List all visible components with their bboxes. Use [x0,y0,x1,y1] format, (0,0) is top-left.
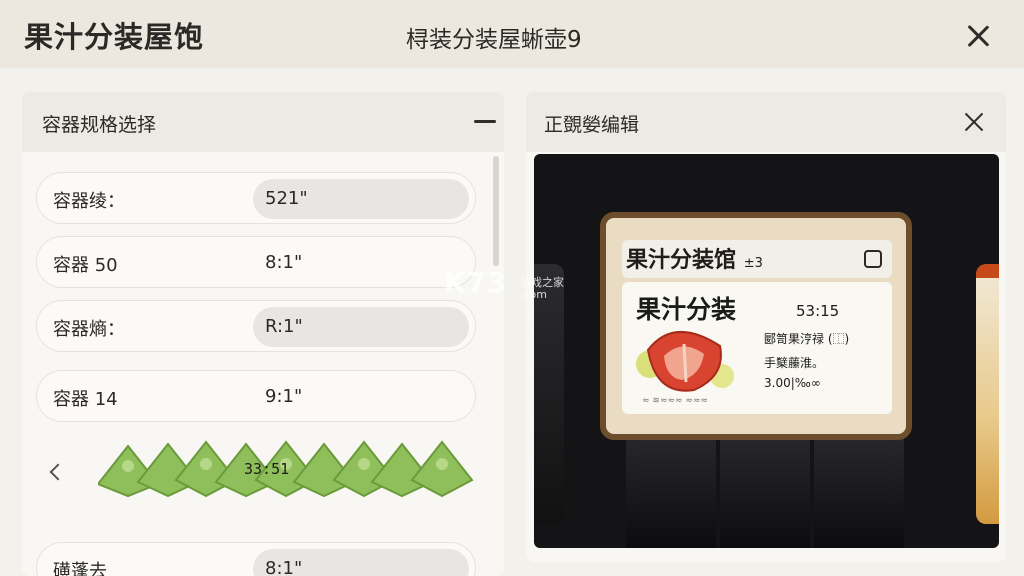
spec-scrollbar[interactable] [493,156,499,266]
spec-label: 容器绫： [53,191,125,212]
label-line: 郾笥果涥禄 (⿰) [764,332,850,346]
label-line: 3.00|‰∞ [764,376,821,390]
label-footnote: ≈ ≋≈≈≈ ≈≈≈ [642,396,709,406]
strawberry-image [636,331,734,392]
juice-label-card[interactable]: 果汁分装馆 ±3 果汁分装 53:15 郾笥果涥禄 (⿰) 手櫱䕨淮。 3.00… [600,212,912,440]
chevron-left-icon[interactable] [48,462,62,484]
spec-row[interactable]: 磺蓬去 8:1" [36,542,476,576]
close-icon[interactable] [960,18,998,56]
bottle-image [534,264,564,524]
spec-label: 容器熵： [53,319,125,340]
spec-panel-header: 容器规格选择 [22,92,504,152]
spec-value[interactable]: R:1" [253,307,469,347]
spec-label: 容器 14 [53,389,118,410]
bottle-image [626,428,716,548]
spec-row[interactable]: 容器 50 8:1" [36,236,476,288]
label-panel-title: 正覴嫈编辑 [544,114,640,136]
spec-row[interactable]: 容器绫： 521" [36,172,476,224]
edit-icon[interactable] [864,250,882,268]
label-code: 53:15 [796,302,840,320]
bottle-image [976,264,999,524]
top-bar: 果汁分装屋饱 桪装分装屋蜥壶9 [0,0,1024,68]
spec-value[interactable]: 8:1" [253,549,469,576]
label-line: 手櫱䕨淮。 [764,356,825,370]
collapse-icon[interactable] [474,120,496,123]
container-carousel: 33:51 [36,430,476,520]
label-name-suffix: ±3 [743,256,763,271]
spec-row[interactable]: 容器熵： R:1" [36,300,476,352]
app-title: 果汁分装屋饱 [24,20,205,54]
spec-value[interactable]: 9:1" [253,377,469,417]
label-edit-panel: 正覴嫈编辑 果汁分装馆 ±3 果汁分装 53:15 郾笥果涥禄 (⿰) 手櫱䕨淮… [526,92,1006,562]
spec-panel-title: 容器规格选择 [42,114,157,136]
label-name: 果汁分装馆 ±3 [626,242,763,274]
bottle-image [720,428,810,548]
label-panel-header: 正覴嫈编辑 [526,92,1006,152]
label-name-text: 果汁分装馆 [626,248,737,273]
spec-label: 容器 50 [53,255,118,276]
screen-title: 桪装分装屋蜥壶9 [406,27,582,53]
watermark-domain: .com [520,288,547,301]
spec-value[interactable]: 521" [253,179,469,219]
bottle-image [814,428,904,548]
spec-label: 磺蓬去 [53,561,107,576]
spec-row[interactable]: 容器 14 9:1" [36,370,476,422]
spec-value[interactable]: 8:1" [253,243,469,283]
label-preview: 果汁分装馆 ±3 果汁分装 53:15 郾笥果涥禄 (⿰) 手櫱䕨淮。 3.00… [534,154,999,548]
carousel-count: 33:51 [244,460,290,478]
watermark-logo: K73 [444,266,508,299]
close-icon[interactable] [962,110,986,134]
